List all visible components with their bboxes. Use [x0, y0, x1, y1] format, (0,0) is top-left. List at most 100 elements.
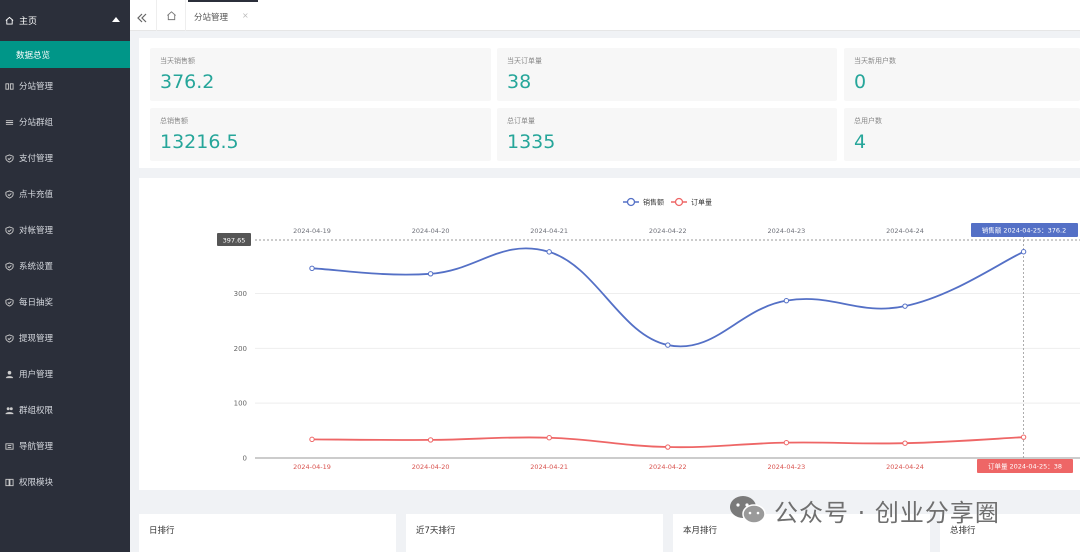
sidebar-item-label: 分站群组	[19, 118, 54, 128]
shield-icon	[4, 333, 14, 343]
legend-marker	[674, 197, 684, 207]
sidebar-item-11[interactable]: 权限模块	[0, 464, 130, 500]
sidebar-item-10[interactable]: 导航管理	[0, 428, 130, 464]
sidebar-item-5[interactable]: 系统设置	[0, 248, 130, 284]
x-tick-label-top: 2024-04-21	[530, 227, 568, 235]
grid-icon	[4, 81, 14, 91]
stat-card: 总订单量 1335	[497, 108, 837, 161]
sidebar-item-label: 分站管理	[19, 82, 54, 92]
data-point	[902, 440, 908, 446]
sliders-icon	[4, 117, 14, 127]
chevron-up-icon[interactable]	[112, 17, 120, 22]
stat-value: 38	[507, 71, 532, 93]
y-tick-label: 300	[234, 290, 247, 298]
home-tab[interactable]	[156, 0, 186, 31]
stat-value: 1335	[507, 131, 556, 153]
watermark-text: 公众号 · 创业分享圈	[774, 498, 1000, 527]
tab-bar: 分站管理 ×	[130, 0, 1080, 31]
sidebar-menu: 分站管理分站群组支付管理点卡充值对帐管理 系统设置每日抽奖提现管理用户管理群组权限…	[0, 68, 130, 500]
home-icon	[166, 11, 176, 21]
sidebar-item-label: 导航管理	[19, 442, 54, 452]
sidebar-item-4[interactable]: 对帐管理	[0, 212, 130, 248]
stat-label: 总销售额	[160, 117, 188, 125]
sidebar-item-label: 数据总览	[16, 50, 51, 61]
wechat-logo-icon	[730, 496, 766, 524]
sidebar-item-label: 提现管理	[19, 334, 54, 344]
sidebar-item-dashboard[interactable]: 数据总览	[0, 41, 130, 68]
series-line-0	[311, 247, 1024, 348]
line-chart: 0 100 200 300 397.65 2024-04-19 2024-04-19 2024…	[217, 197, 1080, 473]
sidebar-item-7[interactable]: 提现管理	[0, 320, 130, 356]
x-tick-label-top: 2024-04-23	[768, 227, 806, 235]
stat-label: 当天新用户数	[854, 57, 896, 65]
sidebar-item-label: 支付管理	[19, 154, 54, 164]
x-tick-label-bottom: 2024-04-23	[768, 463, 806, 471]
tooltip-top-text: 销售额 2024-04-25：376.2	[982, 226, 1066, 235]
stat-card: 总销售额 13216.5	[150, 108, 491, 161]
sidebar-header-label: 主页	[19, 17, 38, 27]
x-tick-label-top: 2024-04-24	[886, 227, 924, 235]
sidebar-header-home[interactable]: 主页	[0, 0, 130, 41]
data-point	[1020, 434, 1027, 440]
sidebar-item-label: 点卡充值	[19, 190, 54, 200]
tab-label: 分站管理	[194, 12, 229, 23]
y-tick-label: 0	[243, 455, 247, 463]
sidebar-item-1[interactable]: 分站群组	[0, 104, 130, 140]
data-point	[427, 271, 434, 277]
data-point	[665, 342, 671, 348]
chart-panel: 0 100 200 300 397.65 2024-04-19 2024-04-19 2024…	[139, 178, 1080, 490]
sidebar-item-label: 用户管理	[19, 370, 54, 380]
data-point	[546, 435, 552, 441]
sidebar-item-8[interactable]: 用户管理	[0, 356, 130, 392]
sidebar: 主页 数据总览 分站管理分站群组支付管理点卡充值对帐管理 系统设置每日抽奖提现管理…	[0, 0, 130, 552]
sidebar-item-3[interactable]: 点卡充值	[0, 176, 130, 212]
data-point	[546, 249, 552, 255]
shield-icon	[4, 297, 14, 307]
shield-icon	[4, 153, 14, 163]
sidebar-item-9[interactable]: 群组权限	[0, 392, 130, 428]
stat-value: 4	[854, 131, 867, 153]
sidebar-item-2[interactable]: 支付管理	[0, 140, 130, 176]
ranking-title: 本月排行	[683, 526, 718, 536]
data-point	[309, 436, 315, 443]
shield-icon	[4, 261, 14, 271]
data-point	[783, 297, 790, 304]
x-tick-label-bottom: 2024-04-24	[886, 463, 924, 471]
collapse-sidebar-icon[interactable]	[136, 9, 148, 23]
stat-label: 总订单量	[507, 117, 535, 125]
module-icon	[4, 477, 14, 487]
x-tick-label-bottom: 2024-04-21	[530, 463, 568, 471]
watermark: 公众号 · 创业分享圈	[728, 490, 1000, 530]
data-point	[665, 444, 671, 450]
nav-icon	[4, 441, 14, 451]
sidebar-item-0[interactable]: 分站管理	[0, 68, 130, 104]
legend-label: 销售额	[643, 198, 664, 207]
stat-card: 当天订单量 38	[497, 48, 837, 101]
legend-label: 订单量	[691, 198, 712, 207]
ranking-title: 近7天排行	[416, 526, 456, 536]
sidebar-item-label: 每日抽奖	[19, 298, 54, 308]
ranking-title: 日排行	[149, 526, 175, 536]
home-icon	[4, 16, 14, 26]
axis-pointer-value: 397.65	[223, 237, 246, 245]
shield-icon	[4, 189, 14, 199]
x-tick-label-top: 2024-04-19	[293, 227, 331, 235]
close-tab-icon[interactable]: ×	[242, 11, 249, 20]
sidebar-item-label: 群组权限	[19, 406, 54, 416]
stat-label: 当天销售额	[160, 57, 195, 65]
x-tick-label-top: 2024-04-22	[649, 227, 687, 235]
stat-value: 376.2	[160, 71, 215, 93]
tooltip-bottom-text: 订单量 2024-04-25：38	[988, 462, 1062, 471]
x-tick-label-bottom: 2024-04-19	[293, 463, 331, 471]
data-point	[902, 303, 908, 309]
users-icon	[4, 405, 14, 415]
x-tick-label-bottom: 2024-04-20	[412, 463, 450, 471]
stat-card: 当天销售额 376.2	[150, 48, 491, 101]
ranking-card-7days: 近7天排行	[406, 514, 663, 552]
x-tick-label-top: 2024-04-20	[412, 227, 450, 235]
user-icon	[4, 369, 14, 379]
x-tick-label-bottom: 2024-04-22	[649, 463, 687, 471]
shield-icon	[4, 225, 14, 235]
legend-marker	[626, 197, 636, 207]
sidebar-item-6[interactable]: 每日抽奖	[0, 284, 130, 320]
